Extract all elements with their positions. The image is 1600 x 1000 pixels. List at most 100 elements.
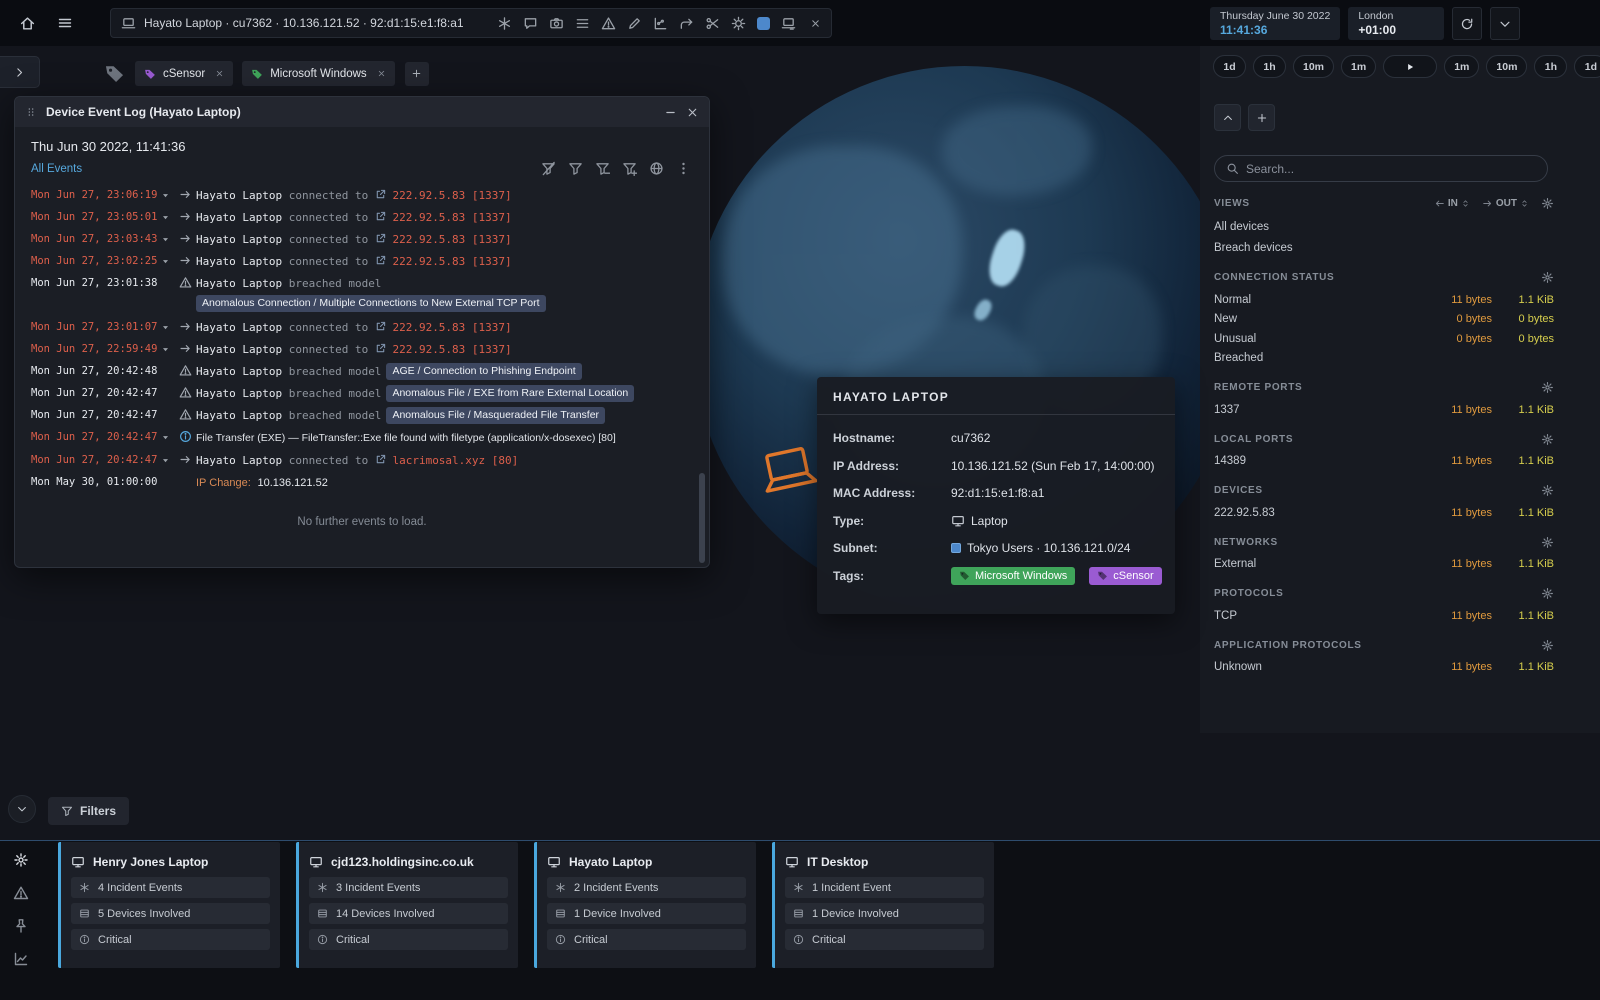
expand-event-icon[interactable] [161,323,170,332]
model-breach-icon[interactable] [497,16,512,31]
expand-event-icon[interactable] [161,213,170,222]
metric-row-normal[interactable]: Normal11 bytes1.1 KiB [1214,290,1554,310]
expand-datetime-button[interactable] [1490,7,1520,40]
incident-stat[interactable]: 2 Incident Events [547,877,746,898]
event-row[interactable]: Mon Jun 27, 23:02:25Hayato Laptop connec… [31,250,697,272]
comments-icon[interactable] [523,16,538,31]
subnet-swatch[interactable] [757,17,770,30]
expand-event-icon[interactable] [161,257,170,266]
metric-row-breached[interactable]: Breached [1214,349,1554,369]
event-row[interactable]: Mon Jun 27, 20:42:48Hayato Laptop breach… [31,360,697,382]
expand-event-icon[interactable] [161,235,170,244]
section-settings-icon[interactable] [1541,433,1554,446]
time-range-10m-left-button[interactable]: 10m [1293,55,1334,78]
model-breach-badge[interactable]: AGE / Connection to Phishing Endpoint [386,363,581,380]
world-filter-icon[interactable] [649,161,664,176]
incident-stat[interactable]: Critical [547,929,746,950]
scrollbar-thumb[interactable] [699,473,705,563]
metric-row-1337[interactable]: 133711 bytes1.1 KiB [1214,400,1554,420]
remove-tag-icon[interactable] [377,69,386,78]
clear-filters-icon[interactable] [541,161,556,176]
event-row[interactable]: Mon May 30, 01:00:00IP Change: 10.136.12… [31,471,697,494]
time-range-1h-right-button[interactable]: 1h [1534,55,1567,78]
incident-stat[interactable]: 1 Device Involved [785,903,984,924]
event-row[interactable]: Mon Jun 27, 20:42:47Hayato Laptop connec… [31,449,697,471]
metric-row-tcp[interactable]: TCP11 bytes1.1 KiB [1214,606,1554,626]
snapshot-icon[interactable] [549,16,564,31]
menu-button[interactable] [50,8,80,38]
section-settings-icon[interactable] [1541,587,1554,600]
event-row[interactable]: Mon Jun 27, 20:42:47Hayato Laptop breach… [31,382,697,404]
event-row[interactable]: Mon Jun 27, 23:06:19Hayato Laptop connec… [31,184,697,206]
expand-event-icon[interactable] [161,433,170,442]
add-filter-icon[interactable] [622,161,637,176]
event-row[interactable]: Mon Jun 27, 22:59:49Hayato Laptop connec… [31,338,697,360]
remove-filter-icon[interactable] [595,161,610,176]
metric-row-222-92-5-83[interactable]: 222.92.5.8311 bytes1.1 KiB [1214,503,1554,523]
incident-stat[interactable]: 3 Incident Events [309,877,508,898]
event-row[interactable]: Mon Jun 27, 23:01:38Hayato Laptop breach… [31,272,697,316]
external-link-icon[interactable] [375,211,386,222]
section-settings-icon[interactable] [1541,271,1554,284]
time-range-10m-right-button[interactable]: 10m [1486,55,1527,78]
ai-analyst-icon[interactable] [13,852,29,868]
remove-tag-icon[interactable] [215,69,224,78]
play-button[interactable] [1383,55,1437,78]
reporting-icon[interactable] [13,951,29,967]
device-tag-microsoft-windows[interactable]: Microsoft Windows [951,567,1075,585]
sort-out-control[interactable]: OUT [1482,198,1529,209]
annotate-icon[interactable] [627,16,642,31]
tag-pill-csensor[interactable]: cSensor [135,61,233,86]
incident-stat[interactable]: Critical [71,929,270,950]
filters-button[interactable]: Filters [48,797,129,825]
section-settings-icon[interactable] [1541,639,1554,652]
event-row[interactable]: Mon Jun 27, 20:42:47File Transfer (EXE) … [31,426,697,449]
device-tag-csensor[interactable]: cSensor [1089,567,1161,585]
time-range-1m-right-button[interactable]: 1m [1444,55,1479,78]
external-link-icon[interactable] [375,454,386,465]
close-search-icon[interactable] [810,18,821,29]
view-item-all-devices[interactable]: All devices [1214,216,1554,237]
add-view-button[interactable] [1248,104,1275,131]
metric-row-unknown[interactable]: Unknown11 bytes1.1 KiB [1214,658,1554,678]
filter-icon[interactable] [568,161,583,176]
event-row[interactable]: Mon Jun 27, 23:05:01Hayato Laptop connec… [31,206,697,228]
connections-icon[interactable] [679,16,694,31]
graph-view-icon[interactable] [653,16,668,31]
window-header[interactable]: Device Event Log (Hayato Laptop) [15,97,709,127]
pinned-icon[interactable] [13,918,29,934]
expand-left-panel-button[interactable] [0,56,40,88]
add-tag-button[interactable] [405,62,429,86]
external-link-icon[interactable] [375,233,386,244]
metric-row-new[interactable]: New0 bytes0 bytes [1214,310,1554,330]
external-link-icon[interactable] [375,189,386,200]
external-link-icon[interactable] [375,255,386,266]
model-breach-badge[interactable]: Anomalous Connection / Multiple Connecti… [196,295,546,312]
time-range-1h-left-button[interactable]: 1h [1253,55,1286,78]
incident-stat[interactable]: 14 Devices Involved [309,903,508,924]
external-link-icon[interactable] [375,343,386,354]
timezone-box[interactable]: London +01:00 [1348,7,1444,40]
view-item-breach-devices[interactable]: Breach devices [1214,237,1554,258]
packet-capture-icon[interactable] [705,16,720,31]
incident-card-henry-jones-laptop[interactable]: Henry Jones Laptop4 Incident Events5 Dev… [58,842,280,968]
minimize-window-icon[interactable] [664,106,677,119]
section-settings-icon[interactable] [1541,484,1554,497]
alerts-icon[interactable] [601,16,616,31]
date-time-box[interactable]: Thursday June 30 2022 11:41:36 [1210,7,1340,40]
search-input[interactable] [1246,162,1536,176]
metric-row-14389[interactable]: 1438911 bytes1.1 KiB [1214,452,1554,472]
omnisearch-bar[interactable]: Hayato Laptop · cu7362 · 10.136.121.52 ·… [110,8,832,38]
time-range-1d-left-button[interactable]: 1d [1213,55,1246,78]
metric-row-unusual[interactable]: Unusual0 bytes0 bytes [1214,329,1554,349]
expand-event-icon[interactable] [161,191,170,200]
views-settings-icon[interactable] [1541,197,1554,210]
incident-stat[interactable]: 1 Incident Event [785,877,984,898]
csensor-device-icon[interactable] [781,16,796,31]
event-row[interactable]: Mon Jun 27, 23:01:07Hayato Laptop connec… [31,316,697,338]
incident-stat[interactable]: Critical [785,929,984,950]
expand-event-icon[interactable] [161,345,170,354]
collapse-incident-tray-button[interactable] [8,795,36,823]
model-breach-badge[interactable]: Anomalous File / EXE from Rare External … [386,385,634,402]
section-settings-icon[interactable] [1541,536,1554,549]
